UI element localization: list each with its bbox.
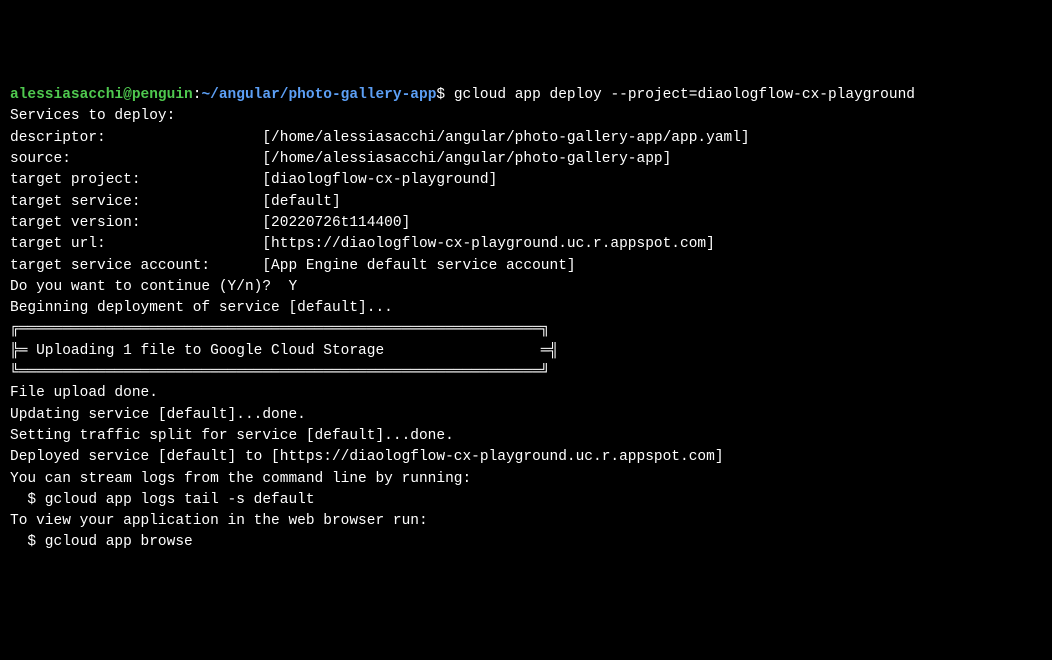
output-line: Deployed service [default] to [https://d… — [10, 447, 1042, 468]
prompt-path: ~/angular/photo-gallery-app — [201, 87, 436, 103]
output-line: Do you want to continue (Y/n)? Y — [10, 277, 1042, 298]
output-line: target version: [20220726t114400] — [10, 213, 1042, 234]
terminal[interactable]: alessiasacchi@penguin:~/angular/photo-ga… — [10, 85, 1042, 554]
output-line: $ gcloud app browse — [10, 532, 1042, 553]
prompt-user: alessiasacchi — [10, 87, 123, 103]
output-line: ╚═══════════════════════════════════════… — [10, 362, 1042, 383]
output-line: ╠═ Uploading 1 file to Google Cloud Stor… — [10, 341, 1042, 362]
prompt-host: penguin — [132, 87, 193, 103]
output-line: target service account: [App Engine defa… — [10, 256, 1042, 277]
output-line: target service: [default] — [10, 192, 1042, 213]
output-line: File upload done. — [10, 383, 1042, 404]
output-line: Services to deploy: — [10, 106, 1042, 127]
output-line: You can stream logs from the command lin… — [10, 469, 1042, 490]
output-line: ╔═══════════════════════════════════════… — [10, 319, 1042, 340]
output-line: Setting traffic split for service [defau… — [10, 426, 1042, 447]
output-line: $ gcloud app logs tail -s default — [10, 490, 1042, 511]
prompt-at: @ — [123, 87, 132, 103]
output-line: target project: [diaologflow-cx-playgrou… — [10, 170, 1042, 191]
output-line: Updating service [default]...done. — [10, 405, 1042, 426]
output-line: descriptor: [/home/alessiasacchi/angular… — [10, 128, 1042, 149]
output-line: To view your application in the web brow… — [10, 511, 1042, 532]
output-line: Beginning deployment of service [default… — [10, 298, 1042, 319]
prompt-dollar: $ — [436, 87, 453, 103]
output-line: target url: [https://diaologflow-cx-play… — [10, 234, 1042, 255]
prompt-line: alessiasacchi@penguin:~/angular/photo-ga… — [10, 85, 1042, 106]
output-line: source: [/home/alessiasacchi/angular/pho… — [10, 149, 1042, 170]
command: gcloud app deploy --project=diaologflow-… — [454, 87, 915, 103]
